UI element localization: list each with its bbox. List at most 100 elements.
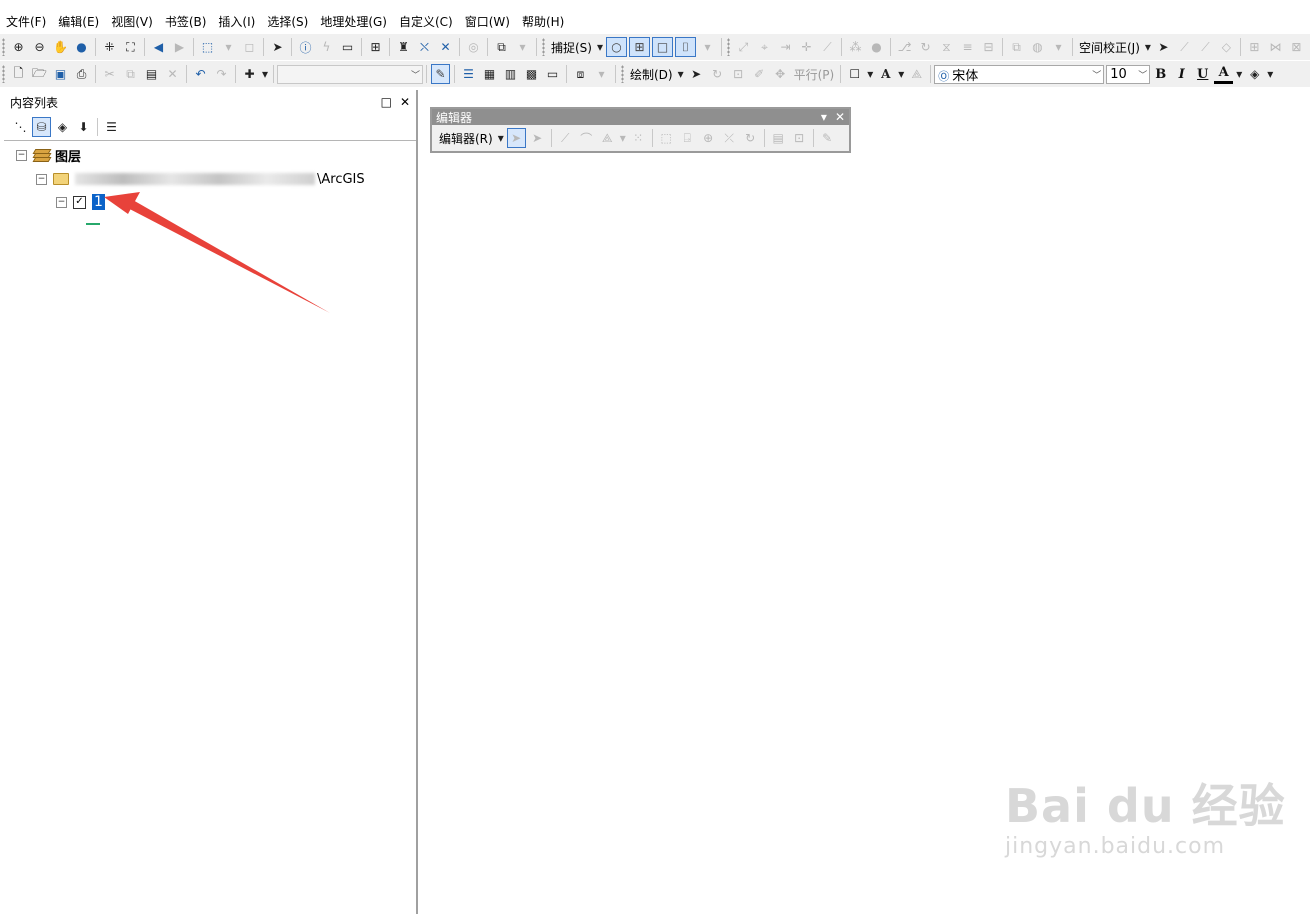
arctoolbox-icon[interactable]: ▩ <box>522 64 541 84</box>
split-tool-icon[interactable]: ⤫ <box>720 128 739 148</box>
menu-bookmarks[interactable]: 书签(B) <box>159 13 213 30</box>
zoom-out-icon[interactable]: ⊖ <box>30 37 49 57</box>
dropdown-arrow-icon[interactable]: ▾ <box>1235 64 1243 84</box>
menu-insert[interactable]: 插入(I) <box>212 13 261 30</box>
attribute-transfer-icon[interactable]: ⊠ <box>1287 37 1306 57</box>
map-scale-combo[interactable]: ﹀ <box>277 64 423 84</box>
zoom-to-selected-icon[interactable]: ⊡ <box>729 64 748 84</box>
spatial-adjustment-menu[interactable]: 空间校正(J) <box>1076 39 1143 56</box>
undo-icon[interactable]: ↶ <box>191 64 210 84</box>
collapse-icon[interactable]: − <box>56 196 67 208</box>
tree-node-folder[interactable]: − \ArcGIS <box>36 169 365 189</box>
font-name-combo[interactable]: Ⓞ 宋体 ﹀ <box>934 64 1105 84</box>
model-builder-icon[interactable]: ⧈ <box>571 64 590 84</box>
toolbar-grip[interactable] <box>2 38 5 56</box>
edit-annotation-icon[interactable]: ➤ <box>528 128 547 148</box>
italic-button[interactable]: I <box>1172 64 1191 84</box>
topology-split-icon[interactable]: ✛ <box>797 37 816 57</box>
text-tool-icon[interactable]: A <box>876 64 895 84</box>
fixed-zoom-out-icon[interactable]: ⛶ <box>121 37 140 57</box>
cut-scissors-icon[interactable]: ✂ <box>100 64 119 84</box>
dropdown-arrow-icon[interactable]: ▾ <box>677 64 685 84</box>
edit-tool-pointer-icon[interactable]: ➤ <box>506 128 526 148</box>
find-route-icon[interactable]: ⛌ <box>415 37 434 57</box>
dropdown-arrow-icon[interactable]: ▾ <box>897 64 905 84</box>
point-tool-icon[interactable]: ⁙ <box>629 128 648 148</box>
edit-vertices-icon[interactable]: ⬚ <box>657 128 676 148</box>
menu-customize[interactable]: 自定义(C) <box>393 13 459 30</box>
menu-edit[interactable]: 编辑(E) <box>52 13 105 30</box>
topology-reshape-icon[interactable]: ⎇ <box>895 37 914 57</box>
underline-button[interactable]: U <box>1193 64 1212 84</box>
pan-hand-icon[interactable]: ✋ <box>51 37 70 57</box>
topology-edit-icon[interactable]: ⤢ <box>734 37 753 57</box>
rotate-tool-icon[interactable]: ↻ <box>741 128 760 148</box>
python-window-icon[interactable]: ▭ <box>543 64 562 84</box>
find-binoculars-icon[interactable]: ♜ <box>394 37 413 57</box>
add-data-icon[interactable]: ✚ <box>240 64 259 84</box>
create-viewer-window-icon[interactable]: ⧉ <box>492 37 511 57</box>
dropdown-arrow-icon[interactable]: ▾ <box>1144 37 1152 57</box>
point-snapping-icon[interactable]: ○ <box>605 37 627 57</box>
toolbar-grip[interactable] <box>2 65 5 83</box>
editor-menu[interactable]: 编辑器(R) <box>436 130 496 147</box>
layer-visibility-checkbox[interactable]: ✓ <box>73 195 86 209</box>
restore-window-icon[interactable]: □ <box>381 95 392 109</box>
snapping-menu[interactable]: 捕捉(S) <box>548 39 595 56</box>
editor-title-bar[interactable]: 编辑器 ▾ ✕ <box>432 109 849 125</box>
toolbar-grip[interactable] <box>542 38 545 56</box>
measure-icon[interactable]: ⊞ <box>366 37 385 57</box>
reshape-feature-icon[interactable]: ⍈ <box>678 128 697 148</box>
delete-icon[interactable]: ✕ <box>163 64 182 84</box>
new-displacement-link-icon[interactable]: ⟋ <box>1175 37 1194 57</box>
link-table-icon[interactable]: ⊞ <box>1245 37 1264 57</box>
toolbar-grip[interactable] <box>726 38 730 56</box>
toc-options-icon[interactable]: ☰ <box>102 117 121 137</box>
dropdown-arrow-icon[interactable]: ▾ <box>219 37 238 57</box>
fixed-zoom-in-icon[interactable]: ⁜ <box>100 37 119 57</box>
catalog-window-icon[interactable]: ▦ <box>480 64 499 84</box>
close-icon[interactable]: ✕ <box>835 110 845 124</box>
trace-icon[interactable]: ⟁ <box>598 128 617 148</box>
edge-match-icon[interactable]: ⋈ <box>1266 37 1285 57</box>
multi-link-icon[interactable]: ◇ <box>1217 37 1236 57</box>
topology-scatter-icon[interactable]: ⁂ <box>846 37 865 57</box>
print-icon[interactable]: ⎙ <box>72 64 91 84</box>
menu-help[interactable]: 帮助(H) <box>516 13 570 30</box>
move-icon[interactable]: ✥ <box>771 64 790 84</box>
adjust-select-pointer-icon[interactable]: ➤ <box>1154 37 1173 57</box>
collapse-icon[interactable]: − <box>16 149 27 161</box>
time-slider-icon[interactable]: ◎ <box>464 37 483 57</box>
edge-snapping-icon[interactable]: ⌷ <box>674 37 696 57</box>
toolbar-overflow-icon[interactable]: ▾ <box>513 37 532 57</box>
full-extent-globe-icon[interactable]: ● <box>72 37 91 57</box>
sketch-properties-icon[interactable]: ⊡ <box>790 128 809 148</box>
menu-geoprocessing[interactable]: 地理处理(G) <box>314 13 393 30</box>
topology-align-icon[interactable]: ≡ <box>958 37 977 57</box>
create-features-icon[interactable]: ✎ <box>818 128 837 148</box>
go-back-arrow-icon[interactable]: ◀ <box>149 37 168 57</box>
topology-modify-icon[interactable]: ⌖ <box>755 37 774 57</box>
edit-vertices-icon[interactable]: ⟁ <box>907 64 926 84</box>
toolbar-grip[interactable] <box>621 65 624 83</box>
topology-trim-icon[interactable]: ⟋ <box>818 37 837 57</box>
menu-view[interactable]: 视图(V) <box>105 13 159 30</box>
tree-node-layers[interactable]: − 图层 <box>16 145 81 165</box>
go-to-xy-icon[interactable]: ✕ <box>436 37 455 57</box>
close-icon[interactable]: ✕ <box>400 95 410 109</box>
go-forward-arrow-icon[interactable]: ▶ <box>170 37 189 57</box>
hyperlink-bolt-icon[interactable]: ϟ <box>317 37 336 57</box>
topology-table-icon[interactable]: ⊟ <box>979 37 998 57</box>
tree-node-layer[interactable]: − ✓ 1 <box>56 192 105 212</box>
dropdown-arrow-icon[interactable]: ▾ <box>1266 64 1274 84</box>
open-folder-icon[interactable]: 🗁 <box>30 64 49 84</box>
menu-selection[interactable]: 选择(S) <box>261 13 314 30</box>
dropdown-arrow-icon[interactable]: ▾ <box>261 64 269 84</box>
collapse-icon[interactable]: − <box>36 173 47 185</box>
chevron-down-icon[interactable]: ▾ <box>821 110 827 124</box>
parallel-tool[interactable]: 平行(P) <box>791 66 838 83</box>
list-by-source-icon[interactable]: ⛁ <box>32 117 51 137</box>
list-by-drawing-order-icon[interactable]: ⋱ <box>11 117 30 137</box>
dropdown-arrow-icon[interactable]: ▾ <box>866 64 874 84</box>
zoom-in-icon[interactable]: ⊕ <box>9 37 28 57</box>
